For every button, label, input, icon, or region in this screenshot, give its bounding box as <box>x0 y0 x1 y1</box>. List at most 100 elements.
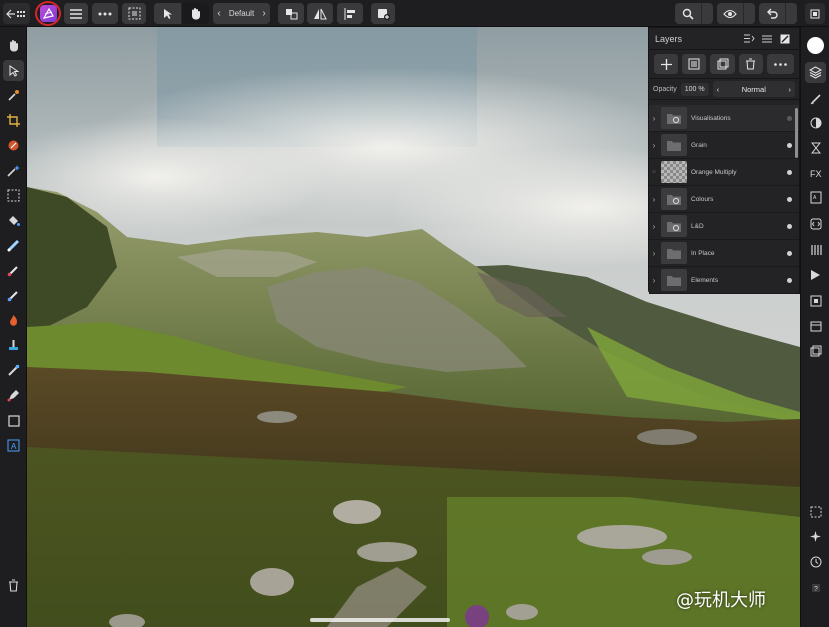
blend-mode-selector[interactable]: ‹ Normal › <box>712 81 795 97</box>
healing-tool[interactable] <box>3 360 24 381</box>
move-mode-button[interactable] <box>154 3 181 24</box>
visibility-toggle[interactable] <box>787 115 792 121</box>
add-layer-toolbar-button[interactable] <box>371 3 395 24</box>
eyedropper-tool[interactable] <box>3 85 24 106</box>
flood-fill-tool[interactable] <box>3 210 24 231</box>
expand-chevron-icon[interactable]: › <box>649 141 659 150</box>
panel-options-button[interactable] <box>741 31 757 47</box>
snapshots-studio-button[interactable] <box>805 340 826 361</box>
layer-options-icon[interactable]: ⁘ <box>649 169 659 176</box>
layer-row[interactable]: › Visualisations <box>649 105 799 132</box>
layer-more-button[interactable] <box>766 54 794 74</box>
help-button[interactable]: ? <box>805 577 826 598</box>
select-area-button[interactable] <box>122 3 146 24</box>
expand-chevron-icon[interactable]: › <box>649 195 659 204</box>
snapping-studio-button[interactable] <box>805 526 826 547</box>
add-pixel-layer-button[interactable] <box>682 54 707 74</box>
panel-menu-button[interactable] <box>759 31 775 47</box>
expand-chevron-icon[interactable]: › <box>649 114 659 123</box>
layer-row[interactable]: › L&D <box>649 213 799 240</box>
channels-studio-button[interactable]: A <box>805 187 826 208</box>
layer-row[interactable]: ⁘ Orange Multiply <box>649 159 799 186</box>
style-next-button[interactable]: › <box>258 3 270 24</box>
zoom-button[interactable] <box>675 3 701 24</box>
hand-mode-button[interactable] <box>181 3 209 24</box>
more-button[interactable] <box>92 3 118 24</box>
history-icon <box>810 142 821 153</box>
delete-layer-button[interactable] <box>738 54 763 74</box>
stock-studio-button[interactable] <box>805 239 826 260</box>
fullscreen-button[interactable] <box>805 3 825 24</box>
chevron-right-icon[interactable]: › <box>788 85 791 94</box>
opacity-value[interactable]: 100 % <box>680 82 709 96</box>
delete-tool[interactable] <box>3 575 24 596</box>
scripts-studio-button[interactable] <box>805 213 826 234</box>
redo-button[interactable] <box>785 3 797 24</box>
visibility-toggle[interactable] <box>787 250 792 256</box>
arrange-button[interactable] <box>278 3 304 24</box>
paint-brush-tool[interactable] <box>3 260 24 281</box>
color-studio-button[interactable] <box>805 35 826 56</box>
expand-chevron-icon[interactable]: › <box>649 222 659 231</box>
selection-brush-tool[interactable] <box>3 135 24 156</box>
style-label[interactable]: Default <box>225 3 258 24</box>
menu-button[interactable] <box>64 3 88 24</box>
move-tool[interactable] <box>3 60 24 81</box>
flip-button[interactable] <box>307 3 333 24</box>
home-indicator[interactable] <box>310 618 450 622</box>
view-mode-button[interactable] <box>717 3 743 24</box>
library-studio-button[interactable] <box>805 315 826 336</box>
panel-close-button[interactable] <box>777 31 793 47</box>
layers-scrollbar[interactable] <box>795 108 798 158</box>
text-icon: A <box>7 439 20 452</box>
chevron-left-icon[interactable]: ‹ <box>717 85 720 94</box>
clone-tool[interactable] <box>3 335 24 356</box>
adjustments-studio-button[interactable] <box>805 112 826 133</box>
hamburger-icon <box>70 8 82 19</box>
expand-chevron-icon[interactable]: › <box>649 276 659 285</box>
marquee-tool[interactable] <box>3 185 24 206</box>
top-toolbar: ‹ Default › <box>0 0 829 27</box>
visibility-toggle[interactable] <box>787 196 792 202</box>
channels-icon: A <box>810 191 821 204</box>
history-studio-button[interactable] <box>805 137 826 158</box>
hand-tool[interactable] <box>3 35 24 56</box>
layer-row[interactable]: › Elements <box>649 267 799 294</box>
back-grid-button[interactable] <box>3 3 30 24</box>
visibility-toggle[interactable] <box>787 169 792 175</box>
group-layers-button[interactable] <box>710 54 735 74</box>
layer-row[interactable]: › In Place <box>649 240 799 267</box>
brush-select-icon <box>8 140 19 151</box>
visibility-toggle[interactable] <box>787 142 792 148</box>
burn-tool[interactable] <box>3 310 24 331</box>
photo-persona-button[interactable] <box>35 1 61 26</box>
expand-chevron-icon[interactable]: › <box>649 249 659 258</box>
undo-button[interactable] <box>759 3 785 24</box>
rectangle-tool[interactable] <box>3 410 24 431</box>
navigator-studio-button[interactable] <box>805 264 826 285</box>
style-prev-button[interactable]: ‹ <box>213 3 225 24</box>
fx-studio-button[interactable]: FX <box>805 162 826 183</box>
magic-wand-tool[interactable] <box>3 160 24 181</box>
align-button[interactable] <box>337 3 363 24</box>
grid-studio-button[interactable] <box>805 501 826 522</box>
history-scrubber-button[interactable] <box>805 551 826 572</box>
text-tool[interactable]: A <box>3 435 24 456</box>
visibility-toggle[interactable] <box>787 223 792 229</box>
undo-arrow-icon <box>767 8 778 19</box>
transform-studio-button[interactable] <box>805 290 826 311</box>
crop-tool[interactable] <box>3 110 24 131</box>
folder-thumbnail-icon <box>661 242 687 264</box>
layers-studio-button[interactable] <box>805 62 826 83</box>
visibility-toggle[interactable] <box>787 277 792 283</box>
layer-row[interactable]: › Colours <box>649 186 799 213</box>
zoom-options-button[interactable] <box>701 3 713 24</box>
add-layer-button[interactable] <box>654 54 679 74</box>
trash-icon <box>9 579 18 592</box>
erase-brush-tool[interactable] <box>3 285 24 306</box>
pen-tool[interactable] <box>3 385 24 406</box>
layer-row[interactable]: › Grain <box>649 132 799 159</box>
view-options-button[interactable] <box>743 3 755 24</box>
gradient-tool[interactable] <box>3 235 24 256</box>
brushes-studio-button[interactable] <box>805 88 826 109</box>
